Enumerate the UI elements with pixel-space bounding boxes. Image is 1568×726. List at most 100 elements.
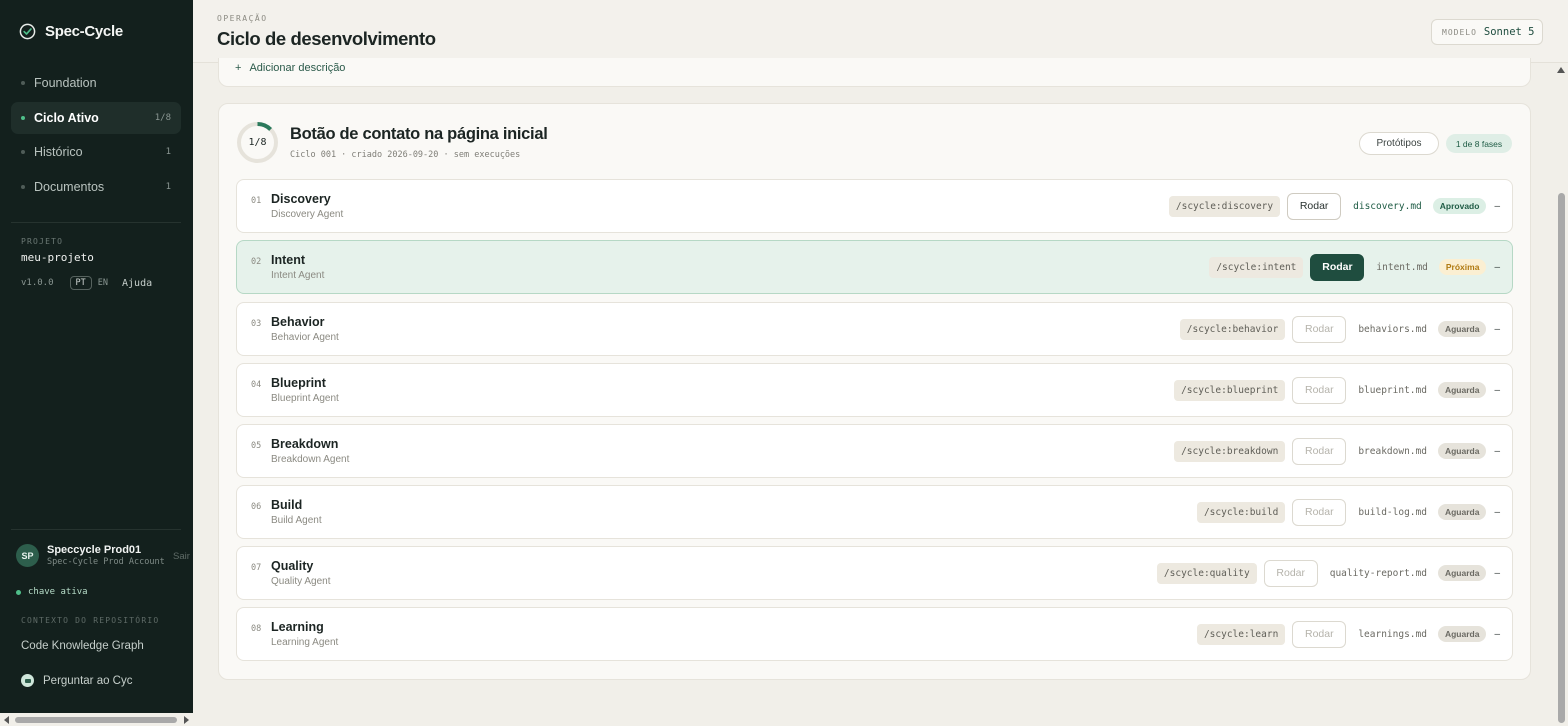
lang-en-toggle[interactable]: EN <box>98 278 108 288</box>
run-button[interactable]: Rodar <box>1287 192 1342 220</box>
phase-agent: Behavior Agent <box>271 332 339 343</box>
run-button[interactable]: Rodar <box>1292 376 1347 404</box>
model-selector[interactable]: MODELO Sonnet 5 <box>1431 19 1543 45</box>
run-button[interactable]: Rodar <box>1310 253 1365 281</box>
phase-actions: /scycle:build Rodar build-log.md Aguarda… <box>1196 486 1500 538</box>
phase-row-quality: 07 Quality Quality Agent /scycle:quality… <box>236 546 1513 600</box>
phase-file-link[interactable]: quality-report.md <box>1330 568 1427 579</box>
sidebar-item-label: Ciclo Ativo <box>34 110 99 125</box>
sidebar-item-historico[interactable]: Histórico 1 <box>11 136 181 168</box>
phase-file-link[interactable]: discovery.md <box>1353 201 1422 212</box>
repo-context-label: CONTEXTO DO REPOSITÓRIO <box>21 616 160 625</box>
brand-name: Spec-Cycle <box>45 23 123 40</box>
phase-command[interactable]: /scycle:blueprint <box>1174 379 1286 401</box>
sidebar: Spec-Cycle Foundation Ciclo Ativo 1/8 Hi… <box>0 0 193 726</box>
horizontal-scrollbar[interactable] <box>0 713 193 726</box>
user-info: Speccycle Prod01 Spec-Cycle Prod Account <box>47 544 165 567</box>
ask-cyc-button[interactable]: Perguntar ao Cyc <box>21 674 133 687</box>
phase-actions: /scycle:blueprint Rodar blueprint.md Agu… <box>1174 364 1500 416</box>
user-name: Speccycle Prod01 <box>47 544 142 556</box>
nav-dot <box>21 184 25 189</box>
sidebar-item-ciclo-ativo[interactable]: Ciclo Ativo 1/8 <box>11 101 181 134</box>
phase-file-link[interactable]: intent.md <box>1376 262 1427 273</box>
scroll-up-icon[interactable] <box>1557 67 1565 73</box>
scrollbar-thumb[interactable] <box>15 717 177 723</box>
phase-trail: – <box>1494 200 1500 212</box>
phase-number: 05 <box>251 441 262 451</box>
sidebar-nav: Foundation Ciclo Ativo 1/8 Histórico 1 D… <box>11 67 181 205</box>
phase-name: Build <box>271 498 303 512</box>
phase-count-badge: 1 de 8 fases <box>1446 134 1512 153</box>
phase-file-link[interactable]: behaviors.md <box>1358 324 1427 335</box>
lang-pt-toggle[interactable]: PT <box>69 276 92 290</box>
phase-file-link[interactable]: breakdown.md <box>1358 446 1427 457</box>
phase-file-link[interactable]: blueprint.md <box>1358 385 1427 396</box>
version-label: v1.0.0 <box>21 278 54 288</box>
run-button[interactable]: Rodar <box>1292 498 1347 526</box>
page-eyebrow: OPERAÇÃO <box>217 14 268 23</box>
scrollbar-thumb[interactable] <box>1558 193 1565 723</box>
sidebar-item-count: 1 <box>165 147 171 157</box>
code-knowledge-graph-link[interactable]: Code Knowledge Graph <box>21 640 144 652</box>
phase-agent: Build Agent <box>271 515 322 526</box>
project-name[interactable]: meu-projeto <box>21 251 94 264</box>
phase-number: 07 <box>251 563 262 573</box>
signout-button[interactable]: Sair <box>173 551 190 562</box>
project-label: PROJETO <box>21 237 64 246</box>
scroll-right-icon[interactable] <box>184 716 189 724</box>
page-header: OPERAÇÃO Ciclo de desenvolvimento MODELO… <box>193 0 1568 63</box>
status-badge: Aprovado <box>1432 198 1487 214</box>
cycle-title: Botão de contato na página inicial <box>290 125 548 143</box>
status-badge: Aguarda <box>1437 504 1487 520</box>
add-description-button[interactable]: + Adicionar descrição <box>235 62 345 74</box>
phase-command[interactable]: /scycle:build <box>1196 501 1286 523</box>
phase-trail: – <box>1494 323 1500 335</box>
phase-name: Discovery <box>271 192 331 206</box>
phase-number: 03 <box>251 319 262 329</box>
run-button[interactable]: Rodar <box>1292 315 1347 343</box>
sidebar-item-count: 1/8 <box>154 112 171 123</box>
sidebar-item-foundation[interactable]: Foundation <box>11 67 181 99</box>
status-badge: Próxima <box>1438 259 1487 275</box>
vertical-scrollbar[interactable] <box>1554 63 1568 726</box>
phase-command[interactable]: /scycle:learn <box>1196 623 1286 645</box>
avatar: SP <box>16 544 39 567</box>
phase-trail: – <box>1494 384 1500 396</box>
phase-row-discovery: 01 Discovery Discovery Agent /scycle:dis… <box>236 179 1513 233</box>
phase-row-build: 06 Build Build Agent /scycle:build Rodar… <box>236 485 1513 539</box>
run-button[interactable]: Rodar <box>1292 437 1347 465</box>
sidebar-item-documentos[interactable]: Documentos 1 <box>11 171 181 203</box>
brand[interactable]: Spec-Cycle <box>19 23 123 40</box>
phase-row-learning: 08 Learning Learning Agent /scycle:learn… <box>236 607 1513 661</box>
sidebar-item-count: 1 <box>165 181 171 192</box>
phase-file-link[interactable]: learnings.md <box>1358 629 1427 640</box>
user-account: Spec-Cycle Prod Account <box>47 557 165 567</box>
run-button[interactable]: Rodar <box>1292 620 1347 648</box>
phase-actions: /scycle:intent Rodar intent.md Próxima – <box>1209 241 1500 293</box>
help-link[interactable]: Ajuda <box>122 278 152 289</box>
phase-actions: /scycle:behavior Rodar behaviors.md Agua… <box>1179 303 1500 355</box>
status-badge: Aguarda <box>1437 443 1487 459</box>
phase-command[interactable]: /scycle:discovery <box>1168 195 1281 217</box>
phase-number: 06 <box>251 502 262 512</box>
nav-dot <box>21 150 25 154</box>
phase-agent: Intent Agent <box>271 270 325 281</box>
phase-command[interactable]: /scycle:breakdown <box>1174 440 1286 462</box>
description-card <box>218 58 1531 87</box>
phase-number: 08 <box>251 624 262 634</box>
phase-command[interactable]: /scycle:quality <box>1156 562 1257 584</box>
phase-agent: Discovery Agent <box>271 209 344 220</box>
run-button[interactable]: Rodar <box>1263 559 1318 587</box>
phase-command[interactable]: /scycle:behavior <box>1179 318 1286 340</box>
phase-file-link[interactable]: build-log.md <box>1358 507 1427 518</box>
ask-cyc-label: Perguntar ao Cyc <box>43 674 133 687</box>
scroll-left-icon[interactable] <box>4 716 9 724</box>
divider <box>11 222 181 223</box>
prototypes-button[interactable]: Protótipos <box>1359 132 1439 155</box>
nav-dot <box>21 115 25 120</box>
phase-trail: – <box>1494 445 1500 457</box>
phase-name: Learning <box>271 620 324 634</box>
phase-command[interactable]: /scycle:intent <box>1209 256 1304 278</box>
phase-agent: Breakdown Agent <box>271 454 350 465</box>
phase-agent: Blueprint Agent <box>271 393 339 404</box>
